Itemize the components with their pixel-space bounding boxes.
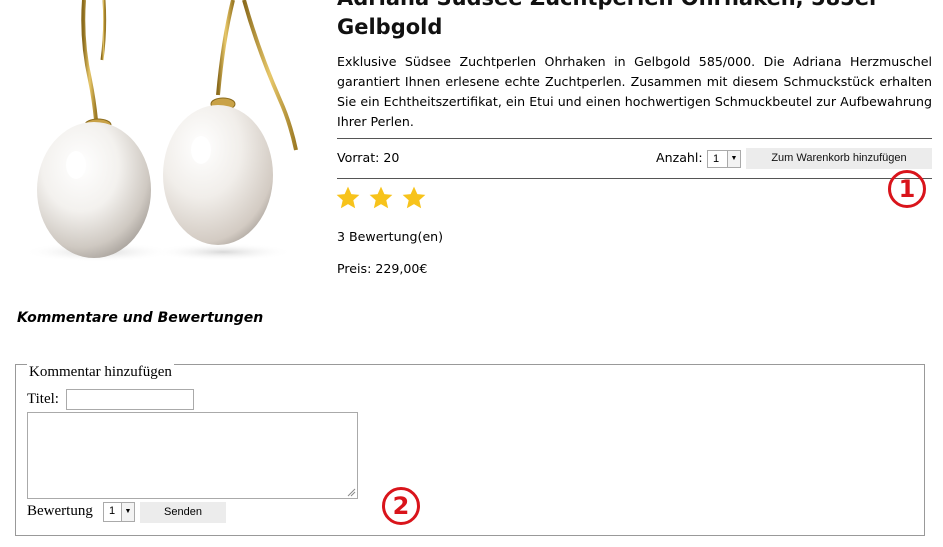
title-input[interactable]: [66, 389, 194, 410]
price: Preis: 229,00€: [337, 261, 428, 276]
rating-count: 3 Bewertung(en): [337, 229, 444, 244]
rating-label: Bewertung: [27, 503, 93, 519]
chevron-down-icon: ▼: [121, 503, 134, 521]
divider-bottom: [337, 178, 932, 179]
send-button[interactable]: Senden: [140, 502, 226, 523]
quantity-select-value: 1: [713, 153, 720, 165]
product-page: Adriana Südsee Zuchtperlen Ohrhaken, 585…: [0, 0, 943, 547]
rating-select[interactable]: 1 ▼: [103, 502, 135, 522]
star-icon: [402, 186, 426, 209]
title-label: Titel:: [27, 391, 59, 407]
comment-form-legend: Kommentar hinzufügen: [27, 364, 174, 381]
star-rating: [335, 185, 429, 213]
comment-textarea[interactable]: [27, 412, 358, 499]
product-description: Exklusive Südsee Zuchtperlen Ohrhaken in…: [337, 54, 932, 129]
product-title: Adriana Südsee Zuchtperlen Ohrhaken, 585…: [337, 0, 937, 42]
star-icon: [336, 186, 360, 209]
star-icon: [369, 186, 393, 209]
product-title-line2: Gelbgold: [337, 15, 443, 39]
quantity-select[interactable]: 1 ▼: [707, 150, 741, 168]
chevron-down-icon: ▼: [727, 151, 740, 167]
pearl-earrings-icon: [23, 0, 298, 262]
product-title-line1: Adriana Südsee Zuchtperlen Ohrhaken, 585…: [337, 0, 937, 13]
divider-top: [337, 138, 932, 139]
comments-heading: Kommentare und Bewertungen: [17, 310, 264, 326]
quantity-label: Anzahl:: [656, 150, 703, 165]
product-image: [18, 0, 308, 262]
stock-label: Vorrat: 20: [337, 150, 400, 165]
add-to-cart-button[interactable]: Zum Warenkorb hinzufügen: [746, 148, 932, 169]
annotation-callout-2: 2: [382, 487, 420, 525]
annotation-callout-1: 1: [888, 170, 926, 208]
rating-select-value: 1: [109, 505, 116, 517]
resize-handle-icon[interactable]: [347, 488, 356, 497]
